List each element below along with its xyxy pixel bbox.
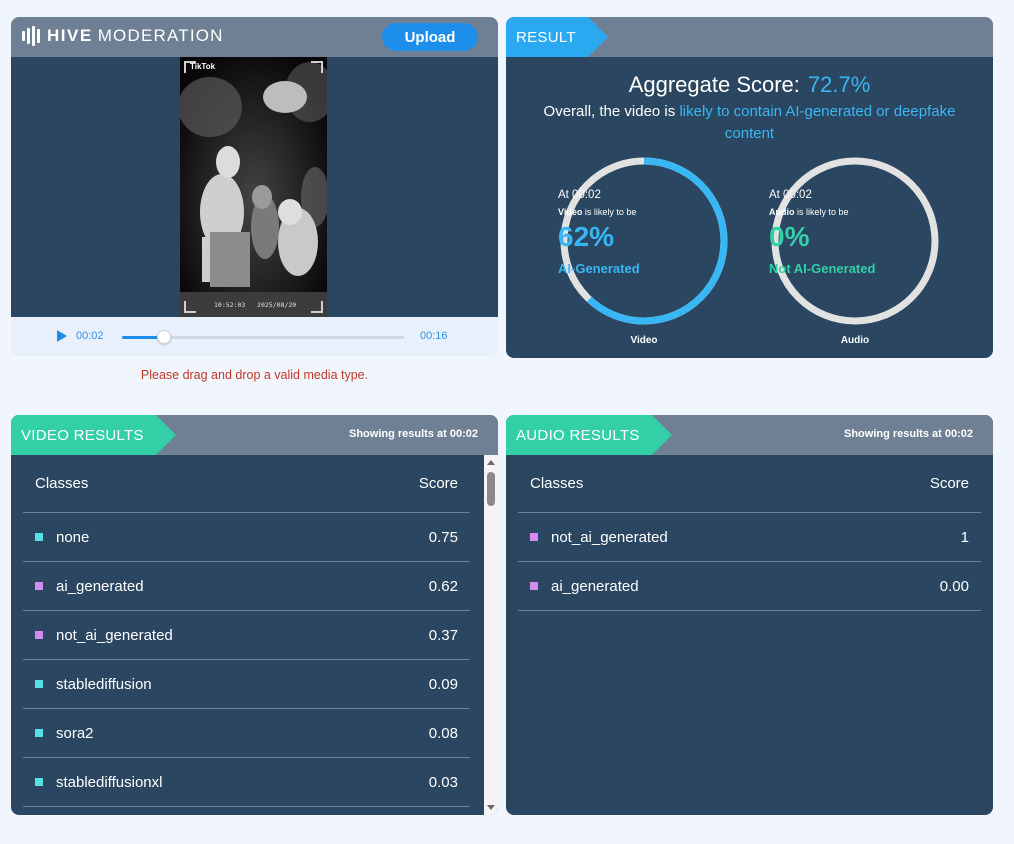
result-panel-header: RESULT (506, 17, 993, 57)
class-cell: not_ai_generated (530, 529, 668, 546)
score-cell: 0.75 (428, 528, 458, 546)
class-cell: ai_generated (530, 578, 639, 595)
class-name: sora2 (56, 724, 94, 742)
class-color-swatch (35, 582, 43, 590)
score-cell: 0.37 (428, 626, 458, 644)
aggregate-score-label: Aggregate Score: (628, 72, 800, 97)
table-row: none 0.75 (23, 513, 470, 562)
class-color-swatch (530, 533, 538, 541)
video-col-classes: Classes (35, 475, 89, 492)
aggregate-score-value: 72.7% (807, 72, 871, 97)
class-name: stablediffusion (56, 675, 152, 693)
table-row: ai_generated 0.62 (23, 562, 470, 611)
play-icon[interactable] (57, 330, 67, 342)
class-color-swatch (35, 680, 43, 688)
class-cell: sora2 (35, 725, 94, 742)
overall-verdict-prefix: Overall, the video is (543, 103, 680, 120)
class-cell: ai_generated (35, 578, 144, 595)
video-player-controls: 00:02 00:16 (11, 317, 498, 356)
score-cell: 0.03 (428, 773, 458, 791)
overall-verdict-highlight: likely to contain AI-generated or deepfa… (679, 103, 956, 142)
seek-handle[interactable] (157, 330, 172, 344)
table-row: ai_generated 0.00 (518, 562, 981, 611)
class-name: ai_generated (551, 577, 639, 595)
audio-score-ring: At 00:02 Audio is likely to be 0% Not AI… (769, 155, 941, 327)
table-row: sora2 0.08 (23, 709, 470, 758)
result-tag: RESULT (506, 17, 608, 57)
hive-logo-icon (22, 26, 40, 46)
audio-col-score: Score (929, 475, 969, 492)
video-results-tag: VIDEO RESULTS (11, 415, 176, 455)
class-name: none (56, 528, 90, 546)
video-ring-likely: Video is likely to be (558, 207, 637, 217)
hive-logo: HIVE MODERATION (22, 26, 224, 46)
audio-ring-likely: Audio is likely to be (769, 207, 849, 217)
audio-showing-results: Showing results at 00:02 (844, 428, 973, 440)
class-color-swatch (35, 729, 43, 737)
aggregate-score: Aggregate Score: 72.7% (506, 72, 993, 98)
current-time: 00:02 (76, 330, 104, 342)
video-results-header: VIDEO RESULTS Showing results at 00:02 (11, 415, 498, 455)
class-cell: stablediffusion (35, 676, 152, 693)
table-row: stablediffusion 0.09 (23, 660, 470, 709)
logo-text-hive: HIVE (47, 26, 93, 45)
class-cell: not_ai_generated (35, 627, 173, 644)
media-panel-header: HIVE MODERATION Upload (11, 17, 498, 57)
audio-ring-caption: Audio (840, 335, 870, 346)
overall-verdict: Overall, the video is likely to contain … (526, 101, 973, 145)
video-ring-label: AI-Generated (558, 261, 640, 276)
video-frame[interactable]: TikTok 10:52:03 2025/08/20 (180, 57, 327, 317)
video-table-header: Classes Score (23, 455, 470, 513)
audio-results-table: Classes Score not_ai_generated 1 ai_genera… (518, 455, 981, 611)
class-name: not_ai_generated (56, 626, 173, 644)
audio-results-tag: AUDIO RESULTS (506, 415, 672, 455)
audio-ring-time: At 00:02 (769, 189, 812, 201)
class-name: not_ai_generated (551, 528, 668, 546)
video-watermark-text: TikTok (190, 62, 216, 71)
video-timestamp-text: 10:52:03 2025/08/20 (214, 301, 297, 309)
score-cell: 0.62 (428, 577, 458, 595)
audio-ring-percent: 0% (769, 221, 810, 252)
video-col-score: Score (418, 475, 458, 492)
video-area[interactable]: TikTok 10:52:03 2025/08/20 (11, 57, 498, 317)
audio-results-header: AUDIO RESULTS Showing results at 00:02 (506, 415, 993, 455)
table-row: stablediffusionxl 0.03 (23, 758, 470, 807)
result-panel: RESULT Aggregate Score: 72.7% Overall, th… (506, 17, 993, 358)
video-showing-results: Showing results at 00:02 (349, 428, 478, 440)
class-color-swatch (35, 778, 43, 786)
score-cell: 0.00 (939, 577, 969, 595)
audio-results-panel: AUDIO RESULTS Showing results at 00:02 C… (506, 415, 993, 815)
video-ring-percent: 62% (558, 221, 615, 252)
media-panel: HIVE MODERATION Upload TikTok 10:52:03 2… (11, 17, 498, 356)
video-ring-time: At 00:02 (558, 189, 601, 201)
video-ring-caption: Video (630, 335, 658, 346)
upload-button[interactable]: Upload (382, 23, 478, 51)
duration-time: 00:16 (420, 330, 448, 342)
upload-error-message: Please drag and drop a valid media type. (140, 368, 369, 382)
score-cell: 0.08 (428, 724, 458, 742)
video-thumbnail-image (180, 57, 327, 317)
class-name: stablediffusionxl (56, 773, 163, 791)
scrollbar-thumb[interactable] (487, 472, 495, 506)
table-row: not_ai_generated 1 (518, 513, 981, 562)
video-results-panel: VIDEO RESULTS Showing results at 00:02 C… (11, 415, 498, 815)
audio-ring-label: Not AI-Generated (769, 261, 876, 276)
class-color-swatch (35, 631, 43, 639)
audio-table-header: Classes Score (518, 455, 981, 513)
score-cell: 1 (960, 528, 969, 546)
scroll-down-arrow-icon[interactable] (487, 805, 495, 810)
class-color-swatch (530, 582, 538, 590)
class-cell: none (35, 529, 89, 546)
logo-text-moderation: MODERATION (97, 26, 224, 45)
audio-col-classes: Classes (530, 475, 584, 492)
video-results-scrollbar[interactable] (484, 455, 498, 815)
scroll-up-arrow-icon[interactable] (487, 460, 495, 465)
video-score-ring: At 00:02 Video is likely to be 62% AI-Ge… (558, 155, 730, 327)
table-row: not_ai_generated 0.37 (23, 611, 470, 660)
video-results-table: Classes Score none 0.75 ai_generated 0.62 no… (23, 455, 470, 807)
class-name: ai_generated (56, 577, 144, 595)
class-cell: stablediffusionxl (35, 774, 162, 791)
score-cell: 0.09 (428, 675, 458, 693)
class-color-swatch (35, 533, 43, 541)
